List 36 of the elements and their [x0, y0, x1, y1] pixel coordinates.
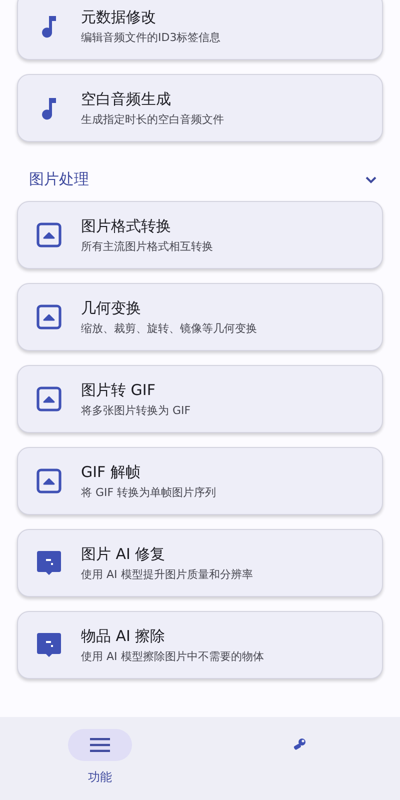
card-subtitle: 使用 AI 模型提升图片质量和分辨率: [81, 566, 253, 582]
menu-icon: [90, 738, 110, 752]
tool-card[interactable]: 元数据修改 编辑音频文件的ID3标签信息: [17, 0, 383, 60]
tool-card[interactable]: 空白音频生成 生成指定时长的空白音频文件: [17, 74, 383, 142]
image-icon: [36, 468, 62, 494]
image-icon: [36, 222, 62, 248]
image-icon: [36, 386, 62, 412]
card-title: 空白音频生成: [81, 90, 172, 108]
tool-card[interactable]: 物品 AI 擦除 使用 AI 模型擦除图片中不需要的物体: [17, 611, 383, 679]
tool-card[interactable]: 图片 AI 修复 使用 AI 模型提升图片质量和分辨率: [17, 529, 383, 597]
card-title: 图片格式转换: [81, 216, 172, 236]
section-title: 图片处理: [29, 170, 89, 189]
card-subtitle: 缩放、裁剪、旋转、镜像等几何变换: [81, 320, 257, 336]
card-title: 几何变换: [81, 298, 142, 318]
chat-bubble-icon: [36, 549, 62, 577]
tool-card[interactable]: 图片转 GIF 将多张图片转换为 GIF: [17, 365, 383, 433]
card-title: 图片 AI 修复: [81, 544, 166, 564]
card-title: 图片转 GIF: [81, 380, 156, 400]
tool-card[interactable]: 图片格式转换 所有主流图片格式相互转换: [17, 201, 383, 269]
card-title: 元数据修改: [81, 8, 157, 26]
image-icon: [36, 304, 62, 330]
card-subtitle: 生成指定时长的空白音频文件: [81, 112, 224, 126]
card-subtitle: 编辑音频文件的ID3标签信息: [81, 30, 221, 44]
tool-card[interactable]: 几何变换 缩放、裁剪、旋转、镜像等几何变换: [17, 283, 383, 351]
nav-label: 功能: [88, 769, 112, 786]
chevron-icon[interactable]: [365, 176, 377, 184]
wrench-icon: [293, 738, 307, 752]
card-title: 物品 AI 擦除: [81, 626, 166, 646]
nav-tab[interactable]: [68, 729, 132, 761]
card-subtitle: 将多张图片转换为 GIF: [81, 402, 191, 418]
card-subtitle: 使用 AI 模型擦除图片中不需要的物体: [81, 648, 264, 664]
card-title: GIF 解帧: [81, 462, 142, 482]
chat-bubble-icon: [36, 631, 62, 659]
card-subtitle: 将 GIF 转换为单帧图片序列: [81, 484, 216, 500]
tool-card[interactable]: GIF 解帧 将 GIF 转换为单帧图片序列: [17, 447, 383, 515]
card-subtitle: 所有主流图片格式相互转换: [81, 238, 213, 254]
